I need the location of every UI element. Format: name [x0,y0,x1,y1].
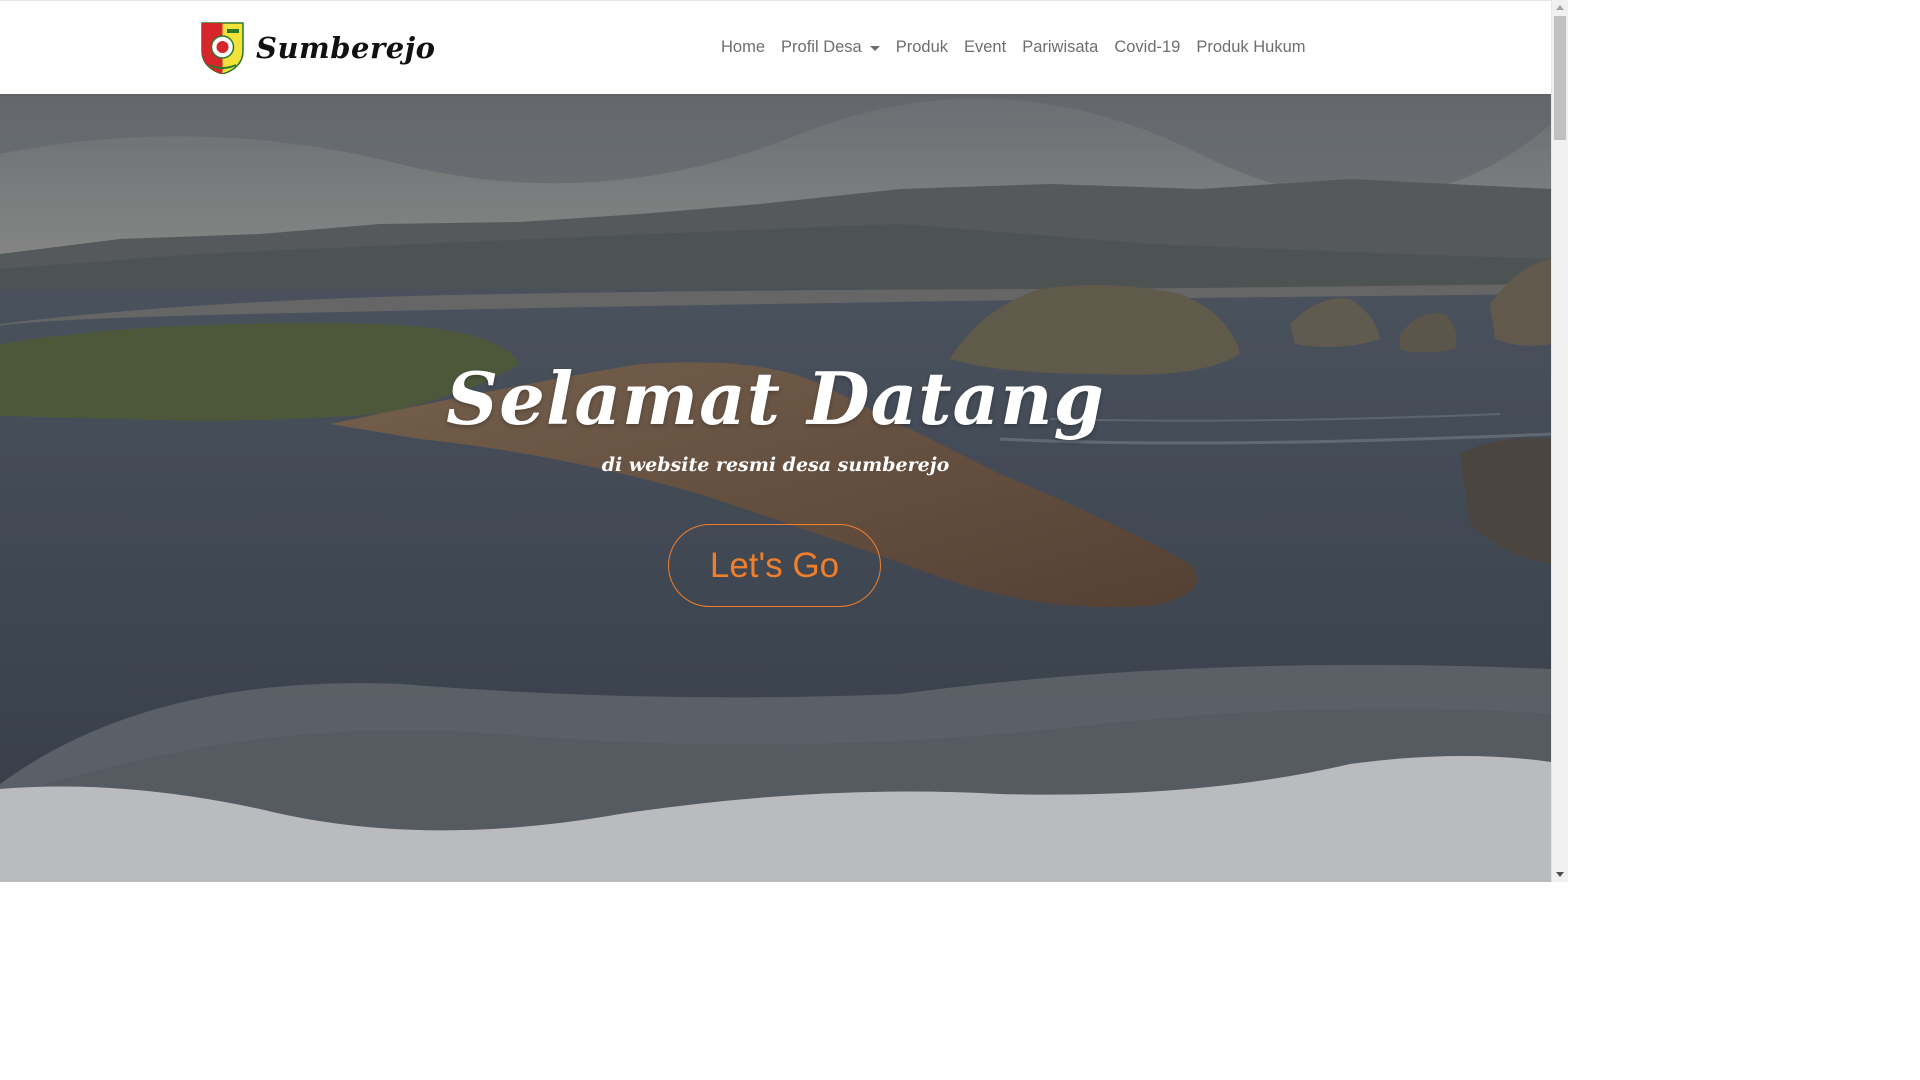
nav-produk-hukum[interactable]: Produk Hukum [1196,38,1305,57]
nav-profil-desa-dropdown[interactable]: Profil Desa [781,38,880,57]
nav-event[interactable]: Event [964,38,1006,57]
brand-name: Sumberejo [256,30,436,65]
nav-pariwisata[interactable]: Pariwisata [1022,38,1098,57]
brand[interactable]: Sumberejo [201,21,436,74]
hero-overlay [0,94,1551,882]
main-nav: Home Profil Desa Produk Event Pariwisata… [721,38,1322,57]
page: Sumberejo Home Profil Desa Produk Event … [0,0,1551,882]
scroll-up-arrow-icon[interactable] [1556,5,1564,10]
lets-go-label: Let's Go [709,545,840,585]
hero-subtitle: di website resmi desa sumberejo [601,454,950,476]
navbar: Sumberejo Home Profil Desa Produk Event … [0,0,1551,94]
hero-section: Selamat Datang di website resmi desa sum… [0,94,1551,882]
page-scrollbar[interactable] [1551,0,1568,882]
nav-produk-label: Produk [895,38,948,56]
caret-down-icon [869,46,880,51]
nav-event-label: Event [964,38,1007,56]
scroll-down-arrow-icon[interactable] [1556,872,1564,877]
hero-title: Selamat Datang [446,356,1105,441]
nav-covid-19-label: Covid-19 [1114,38,1181,56]
lets-go-button[interactable]: Let's Go [668,524,881,607]
nav-home[interactable]: Home [721,38,765,57]
nav-produk[interactable]: Produk [896,38,948,57]
nav-covid-19[interactable]: Covid-19 [1114,38,1180,57]
scroll-thumb[interactable] [1554,16,1566,140]
nav-profil-desa-label: Profil Desa [781,38,862,56]
nav-produk-hukum-label: Produk Hukum [1196,38,1306,56]
nav-pariwisata-label: Pariwisata [1022,38,1099,56]
nav-home-label: Home [721,38,766,56]
village-crest-logo [201,22,244,74]
